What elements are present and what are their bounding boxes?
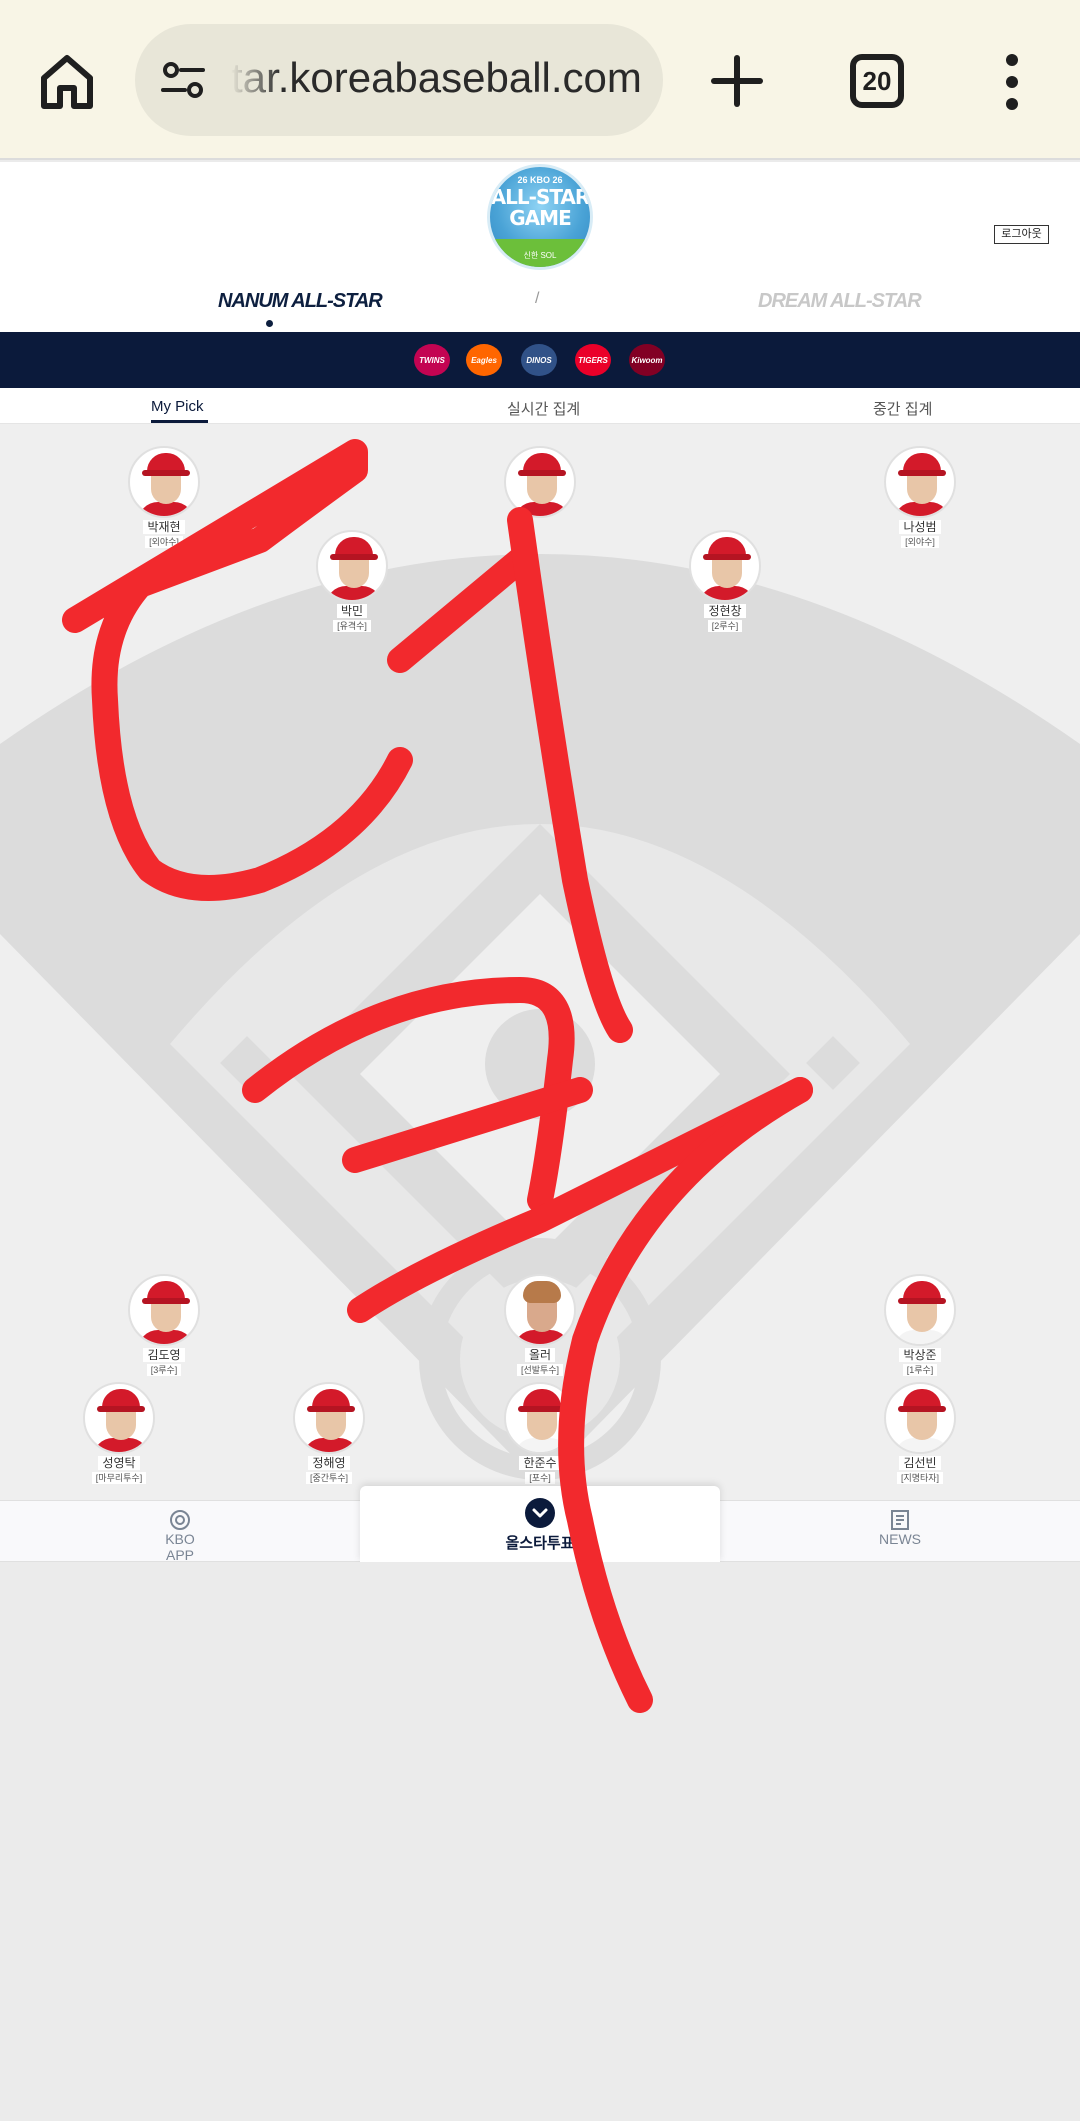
player-photo: [128, 446, 200, 518]
player-photo: [504, 1274, 576, 1346]
baseball-field: 박재현 [외야수] 나성범 [외야수] 박민 [유격수] 정현창 [2루수] 김…: [0, 424, 1080, 1500]
player-position: [1루수]: [902, 1364, 938, 1376]
browser-toolbar: tar.koreabaseball.com 20: [0, 0, 1080, 160]
player-photo: [504, 1382, 576, 1454]
player-name: 김도영: [143, 1348, 185, 1362]
player-card[interactable]: 정해영 [중간투수]: [290, 1382, 368, 1484]
player-photo: [884, 446, 956, 518]
player-card[interactable]: 김도영 [3루수]: [125, 1274, 203, 1376]
chevron-down-icon: [525, 1498, 555, 1528]
nav-allstar-vote-label: 올스타투표: [505, 1535, 575, 1552]
nav-kbo-app[interactable]: KBO APP: [150, 1509, 210, 1563]
site-header: 26 KBO 26 ALL-STAR GAME 신한 SOL 로그아웃 NANU…: [0, 162, 1080, 332]
player-position: [중간투수]: [305, 1472, 353, 1484]
nav-kbo-app-label: KBO APP: [165, 1531, 195, 1563]
nav-allstar-vote[interactable]: 올스타투표: [360, 1486, 720, 1562]
player-card[interactable]: 박상준 [1루수]: [881, 1274, 959, 1376]
tab-separator: /: [535, 290, 540, 307]
kbo-app-icon: [170, 1510, 190, 1530]
active-tab-dot: [266, 320, 273, 327]
nanum-allstar-tab[interactable]: NANUM ALL-STAR: [218, 290, 383, 313]
player-card[interactable]: 정현창 [2루수]: [686, 530, 764, 632]
player-card[interactable]: 박민 [유격수]: [313, 530, 391, 632]
url-text: tar.koreabaseball.com: [231, 54, 642, 101]
logo-sponsor-text: 신한 SOL: [523, 251, 557, 260]
player-card[interactable]: 성영탁 [마무리투수]: [80, 1382, 158, 1484]
site-settings-icon[interactable]: [159, 56, 207, 104]
active-tab-underline: [151, 420, 208, 423]
logo-title-text: ALL-STAR GAME: [490, 185, 590, 230]
home-icon[interactable]: [36, 50, 98, 112]
tab-switcher-button[interactable]: 20: [850, 54, 904, 108]
player-photo: [83, 1382, 155, 1454]
url-bar[interactable]: tar.koreabaseball.com: [135, 24, 663, 136]
team-logo-kiwoom[interactable]: Kiwoom: [629, 344, 665, 376]
player-name: 나성범: [899, 520, 941, 534]
player-photo: [316, 530, 388, 602]
player-name: 정현창: [704, 604, 746, 618]
player-position: [유격수]: [333, 620, 371, 632]
player-position: [외야수]: [901, 536, 939, 548]
player-card[interactable]: 박재현 [외야수]: [125, 446, 203, 548]
player-position: [선발투수]: [516, 1364, 564, 1376]
player-name: 박민: [336, 604, 368, 618]
team-logo-dinos[interactable]: DINOS: [521, 344, 557, 376]
player-name: 성영탁: [98, 1456, 140, 1470]
vote-subtabs: My Pick 실시간 집계 중간 집계: [0, 388, 1080, 424]
tab-my-pick[interactable]: My Pick: [151, 398, 204, 415]
more-menu-icon[interactable]: [1000, 52, 1024, 112]
dream-allstar-tab[interactable]: DREAM ALL-STAR: [758, 290, 922, 313]
player-position: [포수]: [525, 1472, 555, 1484]
player-photo: [689, 530, 761, 602]
player-photo: [884, 1382, 956, 1454]
team-logo-eagles[interactable]: Eagles: [466, 344, 502, 376]
player-position: [2루수]: [707, 620, 743, 632]
player-name: 올러: [524, 1348, 556, 1362]
player-card[interactable]: 올러 [선발투수]: [501, 1274, 579, 1376]
logout-button[interactable]: 로그아웃: [994, 225, 1049, 244]
nav-news[interactable]: NEWS: [870, 1509, 930, 1547]
url-fade: [231, 44, 281, 114]
player-position: [외야수]: [145, 536, 183, 548]
allstar-game-logo[interactable]: 26 KBO 26 ALL-STAR GAME 신한 SOL: [487, 164, 593, 270]
new-tab-icon[interactable]: [706, 50, 768, 112]
player-photo: [884, 1274, 956, 1346]
team-logo-twins[interactable]: TWINS: [414, 344, 450, 376]
team-logo-tigers[interactable]: TIGERS: [575, 344, 611, 376]
player-name: 한준수: [519, 1456, 561, 1470]
player-name: 김선빈: [899, 1456, 941, 1470]
player-name: 박재현: [143, 520, 185, 534]
team-logo-bar: TWINS Eagles DINOS TIGERS Kiwoom: [0, 332, 1080, 388]
tab-interim[interactable]: 중간 집계: [873, 398, 932, 419]
player-position: [마무리투수]: [91, 1472, 147, 1484]
news-icon: [891, 1510, 909, 1530]
player-card[interactable]: 나성범 [외야수]: [881, 446, 959, 548]
empty-area: [0, 1562, 1080, 2121]
player-card[interactable]: [501, 446, 579, 536]
player-photo: [504, 446, 576, 518]
tab-realtime[interactable]: 실시간 집계: [507, 398, 580, 419]
player-position: [지명타자]: [896, 1472, 944, 1484]
player-photo: [293, 1382, 365, 1454]
logo-top-text: 26 KBO 26: [517, 175, 563, 185]
player-card[interactable]: 김선빈 [지명타자]: [881, 1382, 959, 1484]
player-name: 박상준: [899, 1348, 941, 1362]
player-photo: [128, 1274, 200, 1346]
player-card[interactable]: 한준수 [포수]: [501, 1382, 579, 1484]
nav-news-label: NEWS: [879, 1531, 921, 1547]
player-name: 정해영: [308, 1456, 350, 1470]
player-position: [3루수]: [146, 1364, 182, 1376]
